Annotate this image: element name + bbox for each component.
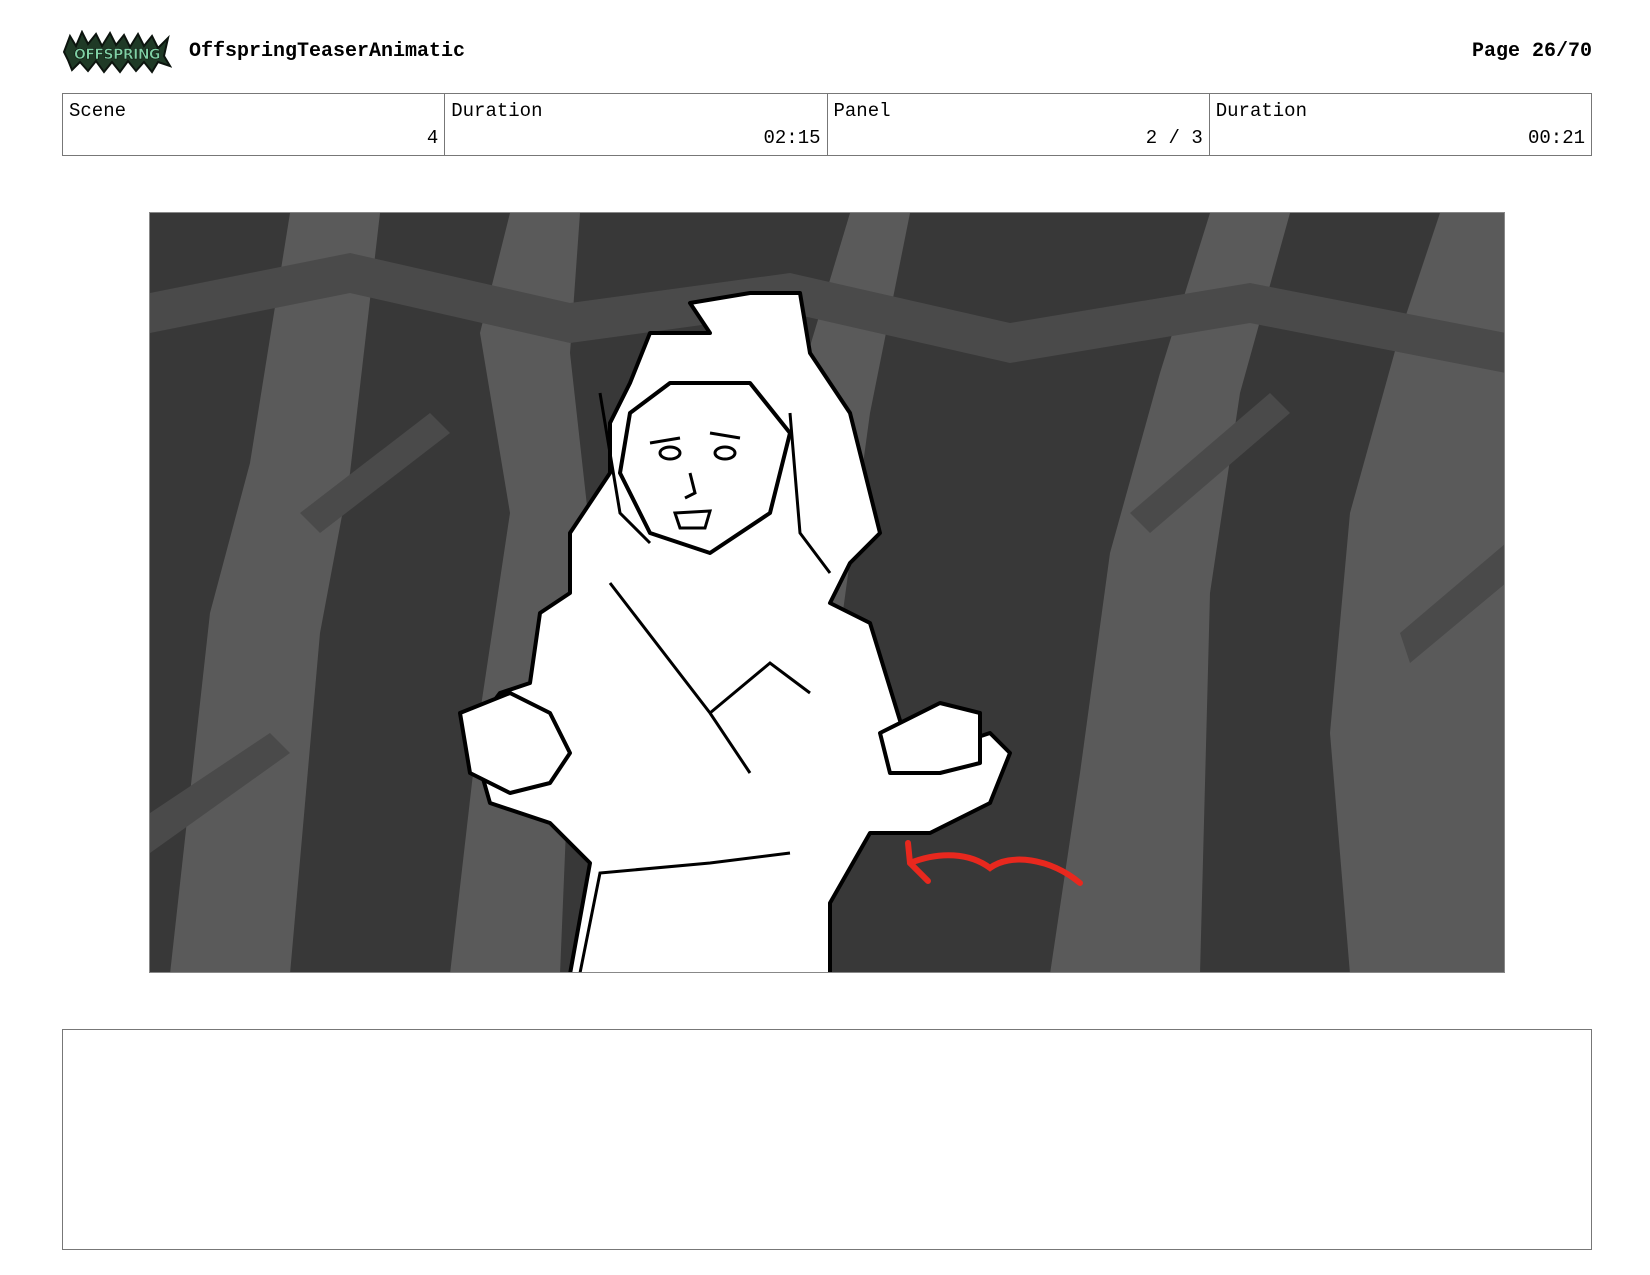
scene-value: 4 bbox=[426, 127, 439, 149]
panel-duration-label: Duration bbox=[1215, 100, 1307, 122]
scene-cell: Scene 4 bbox=[63, 94, 446, 155]
scene-duration-label: Duration bbox=[451, 100, 543, 122]
panel-value: 2 / 3 bbox=[1145, 127, 1203, 149]
offspring-logo: OFFSPRING bbox=[62, 29, 173, 74]
panel-cell: Panel 2 / 3 bbox=[828, 94, 1210, 155]
header: OFFSPRING OffspringTeaserAnimatic Page 2… bbox=[62, 28, 1592, 76]
scene-label: Scene bbox=[69, 100, 127, 122]
panel-info-table: Scene 4 Duration 02:15 Panel 2 / 3 Durat… bbox=[62, 93, 1592, 156]
panel-duration-value: 00:21 bbox=[1527, 127, 1585, 149]
panel-label: Panel bbox=[833, 100, 891, 122]
panel-notes-box[interactable] bbox=[62, 1029, 1592, 1250]
project-title: OffspringTeaserAnimatic bbox=[189, 40, 466, 63]
panel-duration-cell: Duration 00:21 bbox=[1210, 94, 1591, 155]
page-number: Page 26/70 bbox=[1471, 40, 1592, 63]
svg-text:OFFSPRING: OFFSPRING bbox=[74, 47, 160, 63]
scene-duration-value: 02:15 bbox=[763, 127, 821, 149]
scene-duration-cell: Duration 02:15 bbox=[445, 94, 828, 155]
storyboard-panel-image bbox=[149, 212, 1505, 973]
